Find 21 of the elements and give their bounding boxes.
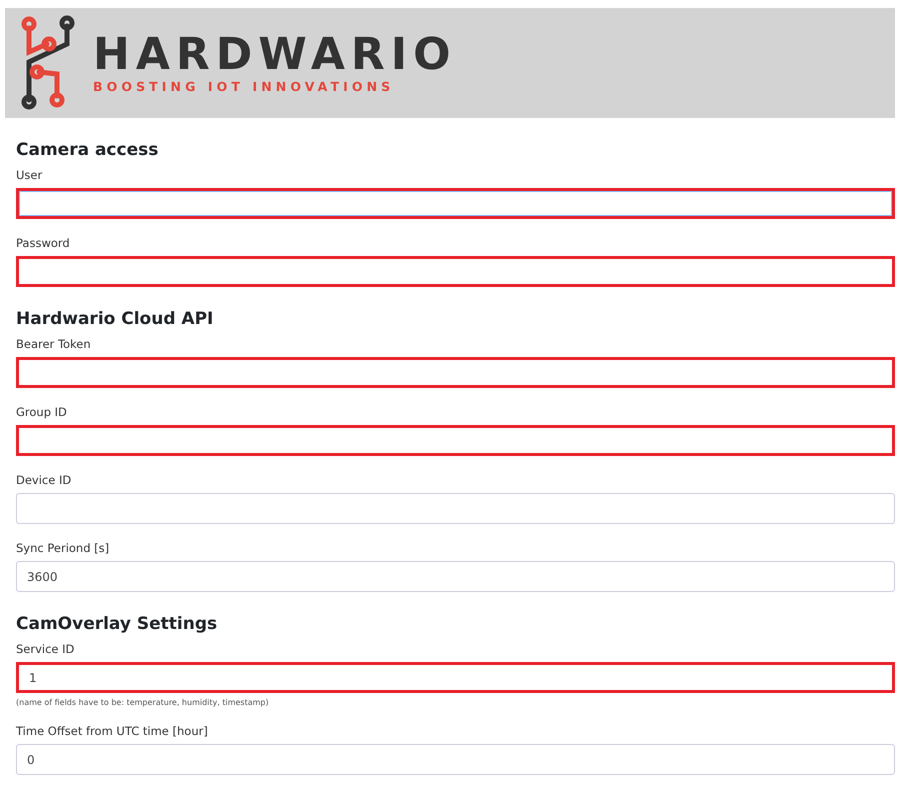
brand-tagline: BOOSTING IOT INNOVATIONS xyxy=(93,78,396,94)
input-field[interactable] xyxy=(16,425,895,456)
field-label: Time Offset from UTC time [hour] xyxy=(16,724,209,738)
section-heading: Camera access xyxy=(16,140,160,160)
input-field[interactable] xyxy=(16,256,895,287)
field-label: Device ID xyxy=(16,473,72,487)
field-label: Password xyxy=(16,236,71,250)
section-heading: CamOverlay Settings xyxy=(16,614,218,634)
section-heading: Hardwario Cloud API xyxy=(16,309,214,329)
field-label: Service ID xyxy=(16,642,76,656)
input-field[interactable]: 1 xyxy=(16,662,895,693)
input-field[interactable]: 3600 xyxy=(16,561,895,592)
brand-name: HARDWARIO xyxy=(93,32,457,76)
input-field[interactable]: 0 xyxy=(16,744,895,775)
input-field[interactable] xyxy=(16,357,895,388)
field-hint: (name of fields have to be: temperature, humidity, timestamp) xyxy=(16,698,270,707)
input-field[interactable] xyxy=(16,188,895,219)
field-label: Group ID xyxy=(16,405,68,419)
field-label: Bearer Token xyxy=(16,337,92,351)
field-label: User xyxy=(16,168,44,182)
field-label: Sync Periond [s] xyxy=(16,541,110,555)
